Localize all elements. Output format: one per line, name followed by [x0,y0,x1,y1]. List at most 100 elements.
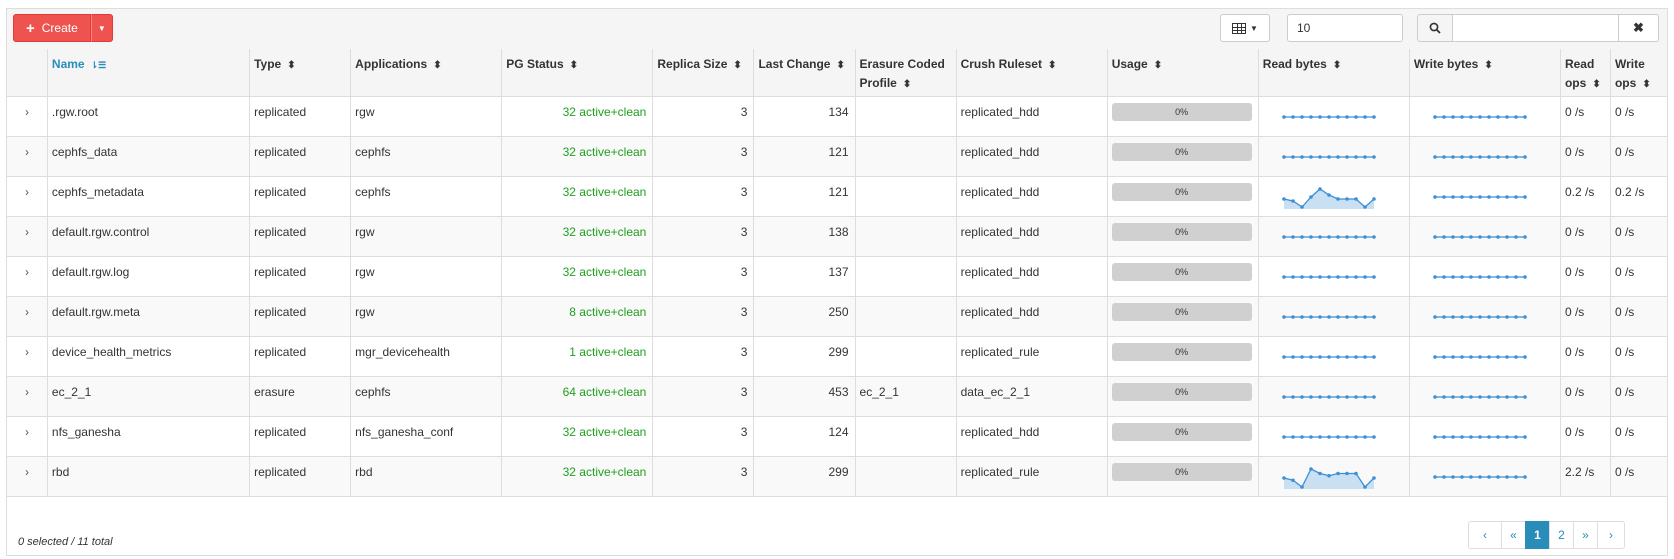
header-replica-size[interactable]: Replica Size ⬍ [652,49,755,97]
pagination-next[interactable]: › [1597,521,1625,549]
table-row[interactable]: › default.rgw.meta replicated rgw 8 active+c… [7,296,1667,337]
sparkline-point [1353,394,1358,399]
header-label: Read bytes [1262,57,1327,71]
header-label: Write ops [1614,57,1645,90]
sparkline-point [1505,434,1509,439]
row-expand-toggle[interactable]: › [7,96,48,137]
sparkline-point [1353,354,1358,359]
header-write-ops[interactable]: Write ops ⬍ [1610,49,1667,97]
cell-read-ops: 0 /s [1560,256,1611,297]
table-row[interactable]: › device_health_metrics replicated mgr_devi… [7,336,1667,377]
sparkline-point [1344,354,1349,359]
sort-icon: ⬍ [1642,79,1651,90]
sparkline-point [1317,114,1322,119]
sparkline-point [1344,196,1349,201]
pagination-page-1[interactable]: 1 [1525,521,1550,549]
sparkline-point [1281,196,1286,201]
table-row[interactable]: › cephfs_metadata replicated cephfs 32 activ… [7,176,1667,217]
create-button[interactable]: + Create [13,14,91,42]
table-row[interactable]: › default.rgw.log replicated rgw 32 active+c… [7,256,1667,297]
column-selector-button[interactable]: ▼ [1220,14,1270,42]
cell-replica-size: 3 [652,136,755,177]
sparkline-point [1478,394,1482,399]
sparkline-point [1496,194,1500,199]
cell-write-bytes [1409,176,1561,217]
sparkline-point [1496,154,1500,159]
row-expand-toggle[interactable]: › [7,256,48,297]
pagination-last[interactable]: » [1573,521,1598,549]
cell-read-ops: 0 /s [1560,216,1611,257]
sparkline-point [1290,314,1295,319]
sparkline-point [1353,314,1358,319]
create-dropdown-toggle[interactable]: ▼ [90,14,113,42]
sparkline-point [1514,234,1518,239]
cell-ec-profile [855,456,957,497]
header-type[interactable]: Type ⬍ [249,49,352,97]
sparkline-point [1514,394,1518,399]
sparkline-point [1514,434,1518,439]
cell-pg-status: 32 active+clean [501,416,654,457]
cell-write-bytes [1409,96,1561,137]
table-row[interactable]: › nfs_ganesha replicated nfs_ganesha_conf 32… [7,416,1667,457]
sparkline-point [1299,154,1304,159]
clear-search-button[interactable]: ✖ [1619,14,1659,42]
cell-type: replicated [249,136,352,177]
sparkline-point [1353,154,1358,159]
cell-write-ops: 0 /s [1610,216,1667,257]
cell-read-bytes [1258,256,1410,297]
sparkline-point [1487,114,1491,119]
sparkline-point [1326,234,1331,239]
sparkline-point [1317,471,1322,475]
page-size-input[interactable] [1287,14,1403,42]
row-expand-toggle[interactable]: › [7,176,48,217]
cell-read-ops: 2.2 /s [1560,456,1611,497]
header-read-ops[interactable]: Read ops ⬍ [1560,49,1611,97]
header-pg-status[interactable]: PG Status ⬍ [501,49,654,97]
cell-type: replicated [249,336,352,377]
cell-write-ops: 0 /s [1610,96,1667,137]
row-expand-toggle[interactable]: › [7,416,48,457]
cell-write-ops: 0 /s [1610,416,1667,457]
table-columns-icon [1232,22,1247,34]
sparkline-point [1505,354,1509,359]
row-expand-toggle[interactable]: › [7,136,48,177]
header-ec-profile[interactable]: Erasure Coded Profile ⬍ [855,49,957,97]
table-row[interactable]: › default.rgw.control replicated rgw 32 acti… [7,216,1667,257]
header-applications[interactable]: Applications ⬍ [350,49,503,97]
cell-name: nfs_ganesha [47,416,251,457]
cell-replica-size: 3 [652,376,755,417]
sparkline-point [1514,354,1518,359]
sparkline-point [1362,434,1367,439]
caret-down-icon: ▼ [1250,23,1258,33]
row-expand-toggle[interactable]: › [7,296,48,337]
sparkline-point [1335,274,1340,279]
cell-usage: 0% [1107,376,1259,417]
pagination-prev[interactable]: ‹ [1468,521,1502,549]
sparkline-point [1487,434,1491,439]
sparkline-point [1344,394,1349,399]
row-expand-toggle[interactable]: › [7,456,48,497]
header-read-bytes[interactable]: Read bytes ⬍ [1258,49,1410,97]
sparkline-point [1317,154,1322,159]
header-usage[interactable]: Usage ⬍ [1107,49,1259,97]
header-last-change[interactable]: Last Change ⬍ [753,49,856,97]
cell-applications: rbd [350,456,503,497]
row-expand-toggle[interactable]: › [7,336,48,377]
sparkline-point [1335,154,1340,159]
table-row[interactable]: › ec_2_1 erasure cephfs 64 active+clean 3 453 e… [7,376,1667,417]
sparkline-point [1451,234,1455,239]
table-row[interactable]: › .rgw.root replicated rgw 32 active+clean 3 1… [7,96,1667,137]
header-write-bytes[interactable]: Write bytes ⬍ [1409,49,1561,97]
pagination-first[interactable]: « [1501,521,1526,549]
header-crush-ruleset[interactable]: Crush Ruleset ⬍ [956,49,1108,97]
cell-type: replicated [249,96,352,137]
row-expand-toggle[interactable]: › [7,376,48,417]
search-input[interactable] [1453,14,1619,42]
pagination-page-2[interactable]: 2 [1549,521,1574,549]
header-name[interactable]: Name ⇂☰ [47,49,251,97]
cell-applications: rgw [350,296,503,337]
sparkline-point [1523,154,1527,159]
table-row[interactable]: › cephfs_data replicated cephfs 32 active+cl… [7,136,1667,177]
table-row[interactable]: › rbd replicated rbd 32 active+clean 3 299 repl… [7,456,1667,497]
row-expand-toggle[interactable]: › [7,216,48,257]
